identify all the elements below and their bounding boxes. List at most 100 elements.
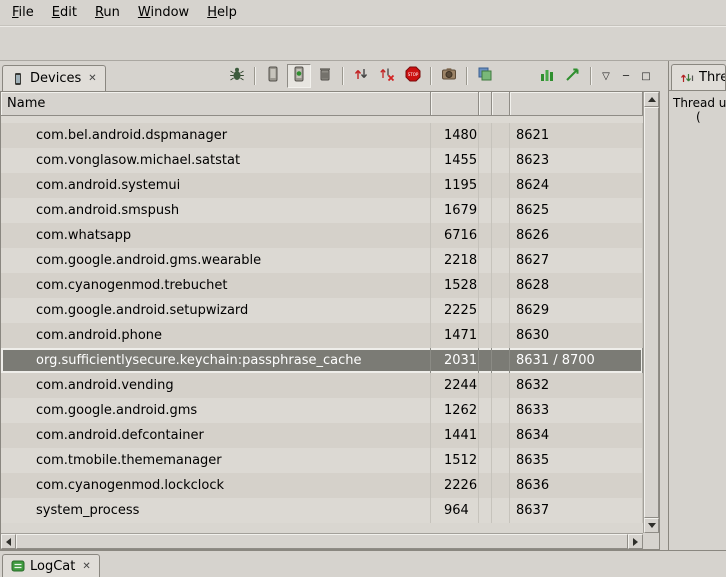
horizontal-scrollbar[interactable]: [1, 533, 643, 549]
screen-capture-button[interactable]: [437, 64, 461, 88]
process-name-cell: com.google.android.gms: [1, 398, 431, 423]
process-row[interactable]: com.android.smspush 1679 8625: [1, 198, 643, 223]
process-row[interactable]: com.tmobile.thememanager 1512 8635: [1, 448, 643, 473]
process-name-cell: com.android.systemui: [1, 173, 431, 198]
process-pid-cell: 14411: [431, 423, 479, 448]
empty-cell: [479, 373, 492, 398]
tab-threads[interactable]: Threads: [671, 64, 726, 90]
toolbar-separator: [590, 67, 592, 85]
process-row[interactable]: com.cyanogenmod.lockclock 22265 8636: [1, 473, 643, 498]
process-name-cell: com.android.defcontainer: [1, 423, 431, 448]
header-pid[interactable]: [431, 92, 479, 116]
view-hierarchy-button[interactable]: [473, 64, 497, 88]
menu-file[interactable]: File: [3, 1, 43, 24]
process-pid-cell: 20311: [431, 348, 479, 373]
process-row[interactable]: com.google.android.gms 12623 8633: [1, 398, 643, 423]
process-name-cell: com.android.smspush: [1, 198, 431, 223]
toolbar-separator: [466, 67, 468, 85]
empty-cell: [492, 423, 510, 448]
cause-gc-button[interactable]: [313, 64, 337, 88]
down-arrow-icon: [648, 523, 656, 528]
partial-row: [1, 116, 643, 123]
process-name-cell: system_process: [1, 498, 431, 523]
header-col3[interactable]: [479, 92, 492, 116]
process-row[interactable]: com.android.systemui 1195 8624: [1, 173, 643, 198]
threads-arrows-icon: [353, 66, 369, 86]
process-pid-cell: 22185: [431, 248, 479, 273]
process-row[interactable]: com.google.android.gms.wearable 22185 86…: [1, 248, 643, 273]
process-row[interactable]: com.google.android.setupwizard 22250 862…: [1, 298, 643, 323]
stop-process-button[interactable]: STOP: [401, 64, 425, 88]
toolbar-separator: [254, 67, 256, 85]
empty-cell: [479, 348, 492, 373]
network-stats-button[interactable]: [561, 64, 585, 88]
maximize-button[interactable]: □: [636, 67, 656, 85]
vertical-scroll-thumb[interactable]: [644, 107, 659, 518]
close-icon[interactable]: ✕: [88, 73, 96, 84]
tab-devices[interactable]: Devices ✕: [2, 65, 106, 91]
debug-process-button[interactable]: [225, 64, 249, 88]
process-port-cell: 8637: [510, 498, 643, 523]
scroll-left-button[interactable]: [1, 534, 16, 549]
process-port-cell: 8621: [510, 123, 643, 148]
scroll-up-button[interactable]: [644, 92, 659, 107]
header-port[interactable]: [510, 92, 643, 116]
toolbar-separator: [342, 67, 344, 85]
process-pid-cell: 1471: [431, 323, 479, 348]
process-row[interactable]: com.cyanogenmod.trebuchet 1528 8628: [1, 273, 643, 298]
stop-profiling-button[interactable]: [375, 64, 399, 88]
menu-run[interactable]: Run: [86, 1, 129, 24]
panel-sash[interactable]: [660, 61, 668, 550]
empty-cell: [492, 123, 510, 148]
process-port-cell: 8633: [510, 398, 643, 423]
process-row[interactable]: com.whatsapp 6716 8626: [1, 223, 643, 248]
header-name[interactable]: Name: [1, 92, 431, 116]
menubar: File Edit Run Window Help: [0, 0, 726, 26]
update-heap-button[interactable]: [261, 64, 285, 88]
process-row[interactable]: com.vonglasow.michael.satstat 14553 8623: [1, 148, 643, 173]
process-name-cell: com.android.vending: [1, 373, 431, 398]
stop-sign-icon: STOP: [405, 66, 421, 86]
empty-cell: [479, 273, 492, 298]
process-port-cell: 8636: [510, 473, 643, 498]
phone-heap-icon: [291, 66, 307, 86]
process-row[interactable]: system_process 964 8637: [1, 498, 643, 523]
close-icon[interactable]: ✕: [82, 561, 90, 572]
tab-logcat[interactable]: LogCat ✕: [2, 554, 100, 577]
process-pid-cell: 12623: [431, 398, 479, 423]
empty-cell: [492, 173, 510, 198]
scroll-down-button[interactable]: [644, 518, 659, 533]
bottom-tab-area: LogCat ✕: [0, 550, 726, 577]
threads-message-line1: Thread up: [673, 96, 726, 110]
empty-cell: [479, 198, 492, 223]
menu-help[interactable]: Help: [198, 1, 246, 24]
horizontal-scroll-thumb[interactable]: [16, 534, 628, 549]
update-threads-button[interactable]: [349, 64, 373, 88]
threads-tabbar: Threads: [669, 61, 726, 91]
process-name-cell: com.tmobile.thememanager: [1, 448, 431, 473]
process-name-cell: com.android.phone: [1, 323, 431, 348]
toolbar-separator: [430, 67, 432, 85]
devices-panel: Devices ✕: [0, 61, 660, 550]
view-menu-button[interactable]: ▽: [596, 67, 616, 85]
process-port-cell: 8624: [510, 173, 643, 198]
trash-icon: [317, 66, 333, 86]
menu-window[interactable]: Window: [129, 1, 198, 24]
process-port-cell: 8634: [510, 423, 643, 448]
scroll-right-button[interactable]: [628, 534, 643, 549]
dump-hprof-button[interactable]: [287, 64, 311, 88]
scrollbar-corner: [643, 533, 659, 549]
right-arrow-icon: [633, 538, 638, 546]
empty-cell: [492, 473, 510, 498]
process-row[interactable]: org.sufficientlysecure.keychain:passphra…: [1, 348, 643, 373]
menu-edit[interactable]: Edit: [43, 1, 86, 24]
sysinfo-button[interactable]: [535, 64, 559, 88]
process-row[interactable]: com.bel.android.dspmanager 1480 8621: [1, 123, 643, 148]
header-col4[interactable]: [492, 92, 510, 116]
minimize-button[interactable]: ─: [616, 67, 636, 85]
process-pid-cell: 1512: [431, 448, 479, 473]
process-row[interactable]: com.android.vending 22440 8632: [1, 373, 643, 398]
process-row[interactable]: com.android.defcontainer 14411 8634: [1, 423, 643, 448]
process-row[interactable]: com.android.phone 1471 8630: [1, 323, 643, 348]
vertical-scrollbar[interactable]: [643, 92, 659, 533]
